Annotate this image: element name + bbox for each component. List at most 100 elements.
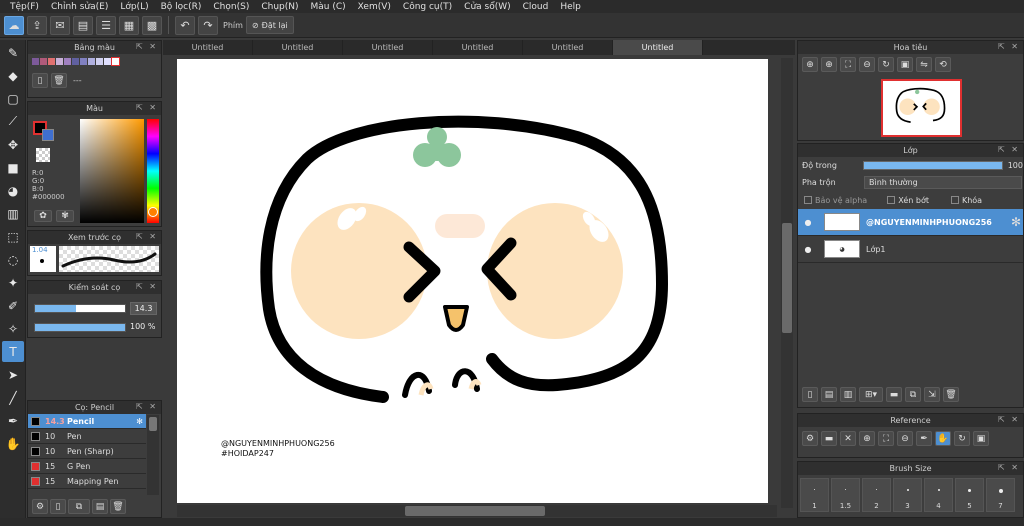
lasso-tool-icon[interactable]: ◌ [2, 249, 24, 270]
list-icon[interactable]: ☰ [96, 15, 116, 35]
undo-button[interactable]: ↶ [175, 15, 195, 35]
panel-controls-icon[interactable]: ⇱ ✕ [998, 415, 1020, 424]
layer-row[interactable]: ● @NGUYENMINHPHUONG256 ✻ [798, 209, 1023, 236]
brush-list-scrollbar[interactable] [147, 415, 159, 495]
panel-icon[interactable]: ▤ [73, 15, 93, 35]
background-color[interactable] [42, 129, 54, 141]
panel-controls-icon[interactable]: ⇱ ✕ [998, 42, 1020, 51]
ref-reset-icon[interactable]: ▣ [973, 431, 989, 446]
rect-select-icon[interactable]: ▢ [2, 88, 24, 109]
brush-size-cell[interactable]: 4 [924, 478, 953, 512]
layer-row[interactable]: ● ◕ Lớp1 [798, 236, 1023, 263]
select-tool-icon[interactable]: ⬚ [2, 226, 24, 247]
ref-hand-icon[interactable]: ✋ [935, 431, 951, 446]
brush-info-icon[interactable]: ▤ [92, 499, 108, 514]
ref-open-icon[interactable]: ▬ [821, 431, 837, 446]
brush-list-item[interactable]: 10 Pen [28, 429, 146, 444]
zoom-out-icon[interactable]: ⊖ [859, 57, 875, 72]
menu-item[interactable]: Chỉnh sửa(E) [45, 2, 114, 12]
horizontal-scrollbar[interactable] [177, 505, 777, 517]
snap-icon[interactable]: ▩ [142, 15, 162, 35]
document-tab[interactable]: Untitled [523, 40, 613, 55]
flip-icon[interactable]: ⇋ [916, 57, 932, 72]
brush-list-item[interactable]: 14.3 Pencil ✻ [28, 414, 146, 429]
brush-opacity-slider[interactable] [34, 323, 126, 332]
eyedropper-tool-icon[interactable]: ✒ [2, 410, 24, 431]
transparent-color[interactable] [36, 148, 50, 162]
zoom-in-icon[interactable]: ⊕ [802, 57, 818, 72]
brush-size-slider[interactable] [34, 304, 126, 313]
brush-new-icon[interactable]: ▯ [50, 499, 66, 514]
visibility-icon[interactable]: ● [798, 218, 818, 227]
panel-controls-icon[interactable]: ⇱ ✕ [136, 42, 158, 51]
new-layer-icon[interactable]: ▯ [802, 387, 818, 402]
ref-close-icon[interactable]: ✕ [840, 431, 856, 446]
zoom-in-alt-icon[interactable]: ⊕ [821, 57, 837, 72]
redo-button[interactable]: ↷ [198, 15, 218, 35]
new-halftone-layer-icon[interactable]: ▥ [840, 387, 856, 402]
document-tab[interactable]: Untitled [613, 40, 703, 55]
add-layer-menu-icon[interactable]: ⊞▾ [859, 387, 883, 402]
brush-size-cell[interactable]: 1 [800, 478, 829, 512]
export-icon[interactable]: ⇪ [27, 15, 47, 35]
sv-picker[interactable] [80, 119, 144, 223]
menu-item[interactable]: Chọn(S) [207, 2, 255, 12]
cloud-icon[interactable]: ☁ [4, 15, 24, 35]
blend-mode-select[interactable]: Bình thường [864, 175, 1022, 189]
brush-list-item[interactable]: 15 G Pen [28, 459, 146, 474]
hand-tool-icon[interactable]: ✋ [2, 433, 24, 454]
duplicate-layer-icon[interactable]: ⧉ [905, 387, 921, 402]
reset-view-icon[interactable]: ⟲ [935, 57, 951, 72]
navigator-thumbnail[interactable] [881, 79, 962, 137]
brush-settings-icon[interactable]: ✻ [136, 417, 143, 426]
brush-list-item[interactable]: 10 Pen (Sharp) [28, 444, 146, 459]
menu-item[interactable]: Chụp(N) [255, 2, 304, 12]
fill-rect-icon[interactable]: ■ [2, 157, 24, 178]
text-tool-icon[interactable]: T [2, 341, 24, 362]
document-tab[interactable]: Untitled [343, 40, 433, 55]
new-layer-alt-icon[interactable]: ▤ [821, 387, 837, 402]
move-tool-icon[interactable]: ✥ [2, 134, 24, 155]
layer-settings-icon[interactable]: ✻ [1011, 215, 1021, 229]
menu-item[interactable]: Xem(V) [352, 2, 397, 12]
panel-controls-icon[interactable]: ⇱ ✕ [136, 232, 158, 241]
eraser-tool-icon[interactable]: ◆ [2, 65, 24, 86]
brush-tool-icon[interactable]: ✎ [2, 42, 24, 63]
ref-settings-icon[interactable]: ⚙ [802, 431, 818, 446]
menu-item[interactable]: Help [554, 2, 587, 12]
document-tab[interactable]: Untitled [433, 40, 523, 55]
menu-item[interactable]: Công cụ(T) [397, 2, 458, 12]
ref-zoom-out-icon[interactable]: ⊖ [897, 431, 913, 446]
document-tab[interactable]: Untitled [253, 40, 343, 55]
gradient-tool-icon[interactable]: ▥ [2, 203, 24, 224]
brush-size-cell[interactable]: 1.5 [831, 478, 860, 512]
brush-duplicate-icon[interactable]: ⧉ [68, 499, 90, 514]
brush-size-cell[interactable]: 2 [862, 478, 891, 512]
new-palette-icon[interactable]: ▯ [32, 73, 48, 88]
vertical-scrollbar[interactable] [781, 58, 793, 508]
fit-icon[interactable]: ⛶ [840, 57, 856, 72]
color-wheel-icon[interactable]: ✿ [34, 210, 52, 222]
rotate-icon[interactable]: ↻ [878, 57, 894, 72]
magic-wand-icon[interactable]: ✦ [2, 272, 24, 293]
ref-rotate-icon[interactable]: ↻ [954, 431, 970, 446]
select-eraser-icon[interactable]: ✧ [2, 318, 24, 339]
select-pen-icon[interactable]: ✐ [2, 295, 24, 316]
layer-opacity-slider[interactable] [863, 160, 1003, 170]
delete-palette-icon[interactable]: 🗑 [51, 73, 67, 88]
canvas-paper[interactable]: @NGUYENMINHPHUONG256 #HOIDAP247 [177, 59, 768, 503]
brush-size-cell[interactable]: 5 [955, 478, 984, 512]
merge-layer-icon[interactable]: ⇲ [924, 387, 940, 402]
folder-icon[interactable]: ▬ [886, 387, 902, 402]
brush-list-item[interactable]: 15 Mapping Pen [28, 474, 146, 489]
document-tab[interactable]: Untitled [163, 40, 253, 55]
comment-icon[interactable]: ✉ [50, 15, 70, 35]
menu-item[interactable]: Tệp(F) [4, 2, 45, 12]
ref-zoom-in-icon[interactable]: ⊕ [859, 431, 875, 446]
ref-eyedropper-icon[interactable]: ✒ [916, 431, 932, 446]
operation-tool-icon[interactable]: ➤ [2, 364, 24, 385]
color-mix-icon[interactable]: ✾ [56, 210, 74, 222]
line-tool-icon[interactable]: ⟋ [2, 111, 24, 132]
brush-size-cell[interactable]: 3 [893, 478, 922, 512]
visibility-icon[interactable]: ● [798, 245, 818, 254]
